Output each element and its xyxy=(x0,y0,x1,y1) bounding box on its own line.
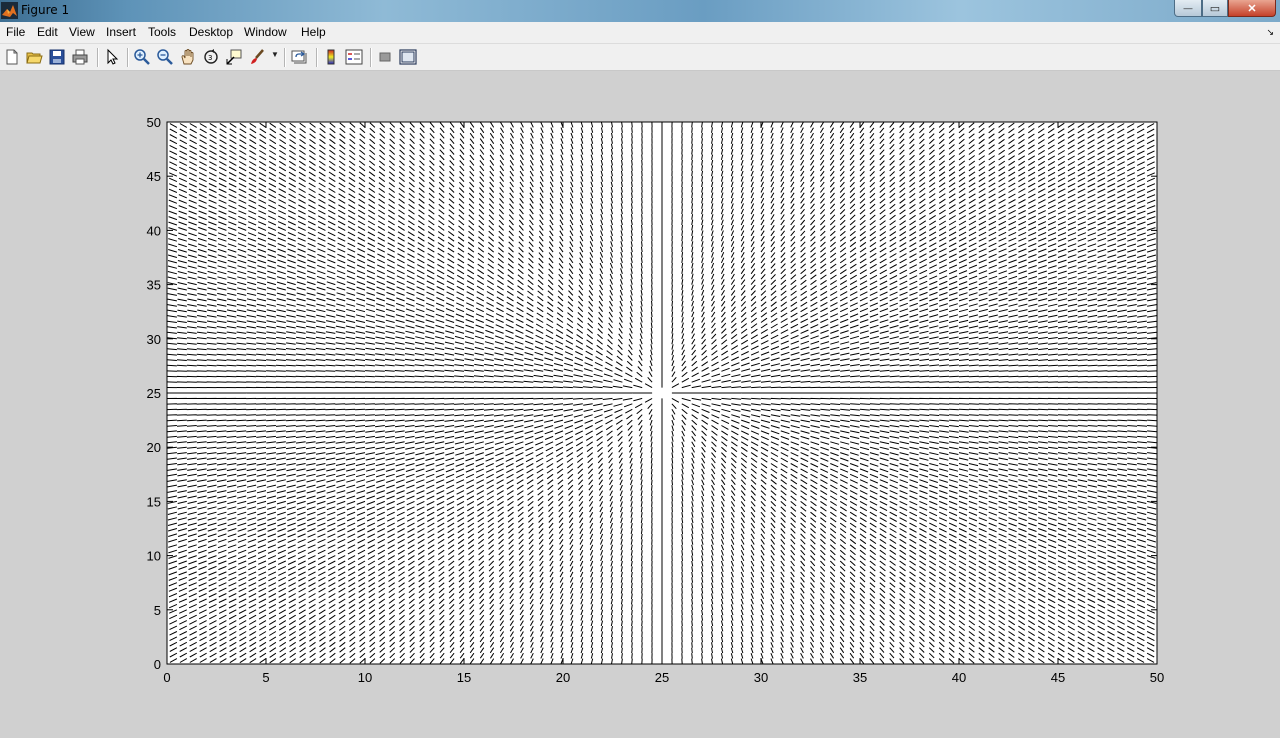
y-tick-label: 5 xyxy=(154,603,161,618)
x-tick-label: 40 xyxy=(952,670,966,685)
x-tick-label: 5 xyxy=(262,670,269,685)
x-tick-label: 45 xyxy=(1051,670,1065,685)
x-tick-label: 35 xyxy=(853,670,867,685)
x-tick-label: 25 xyxy=(655,670,669,685)
y-tick-label: 30 xyxy=(147,332,161,347)
y-tick-label: 25 xyxy=(147,386,161,401)
y-tick-label: 50 xyxy=(147,115,161,130)
y-tick-label: 20 xyxy=(147,440,161,455)
y-tick-label: 0 xyxy=(154,657,161,672)
y-tick-label: 45 xyxy=(147,169,161,184)
x-tick-label: 0 xyxy=(163,670,170,685)
x-tick-label: 30 xyxy=(754,670,768,685)
y-tick-label: 10 xyxy=(147,549,161,564)
x-tick-label: 15 xyxy=(457,670,471,685)
x-tick-label: 20 xyxy=(556,670,570,685)
y-tick-label: 40 xyxy=(147,223,161,238)
x-tick-label: 50 xyxy=(1150,670,1164,685)
y-tick-label: 15 xyxy=(147,494,161,509)
x-tick-label: 10 xyxy=(358,670,372,685)
y-tick-label: 35 xyxy=(147,278,161,293)
figure-canvas[interactable]: 0 5 10 15 20 25 30 35 40 45 50 0 5 10 15 20 25 30 35 40 45 50 xyxy=(0,0,1280,738)
